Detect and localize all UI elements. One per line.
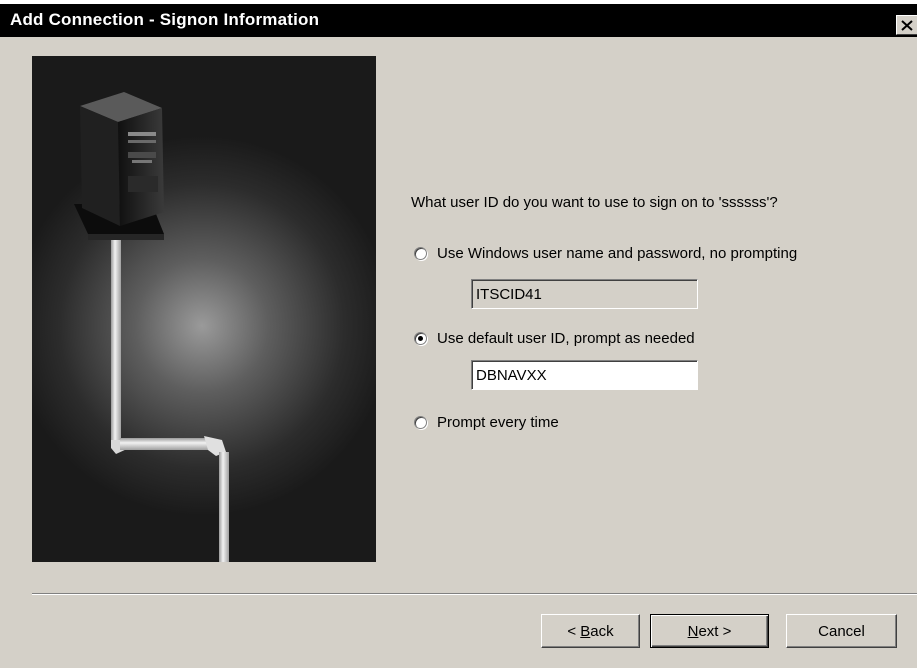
close-button[interactable] xyxy=(896,15,917,35)
back-rest: ack xyxy=(590,622,614,640)
next-button[interactable]: Next > xyxy=(650,614,769,648)
radio-prompt-every-time[interactable] xyxy=(414,416,427,429)
option-label: Use Windows user name and password, no p… xyxy=(437,245,798,262)
default-userid-field[interactable] xyxy=(471,360,698,390)
back-button[interactable]: < Back xyxy=(541,614,640,648)
close-icon xyxy=(901,19,913,31)
back-prefix: < xyxy=(567,622,581,640)
wizard-illustration xyxy=(32,56,376,562)
windows-userid-field xyxy=(471,279,698,309)
next-rest: ext > xyxy=(698,622,732,640)
next-mnemonic: N xyxy=(687,622,699,640)
option-default-userid[interactable]: Use default user ID, prompt as needed xyxy=(414,330,695,347)
cancel-button[interactable]: Cancel xyxy=(786,614,897,648)
option-prompt-every-time[interactable]: Prompt every time xyxy=(414,414,559,431)
radio-default-userid[interactable] xyxy=(414,332,427,345)
server-tower-icon xyxy=(32,56,376,562)
option-label: Use default user ID, prompt as needed xyxy=(437,330,695,347)
add-connection-dialog: Add Connection - Signon Information What… xyxy=(0,0,917,668)
back-mnemonic: B xyxy=(580,622,591,640)
option-windows-credentials[interactable]: Use Windows user name and password, no p… xyxy=(414,245,797,262)
window-title: Add Connection - Signon Information xyxy=(10,10,320,29)
title-bar[interactable]: Add Connection - Signon Information xyxy=(0,4,917,37)
button-separator xyxy=(32,593,917,595)
radio-windows-credentials[interactable] xyxy=(414,247,427,260)
signon-question: What user ID do you want to use to sign … xyxy=(411,194,778,211)
option-label: Prompt every time xyxy=(437,414,559,431)
